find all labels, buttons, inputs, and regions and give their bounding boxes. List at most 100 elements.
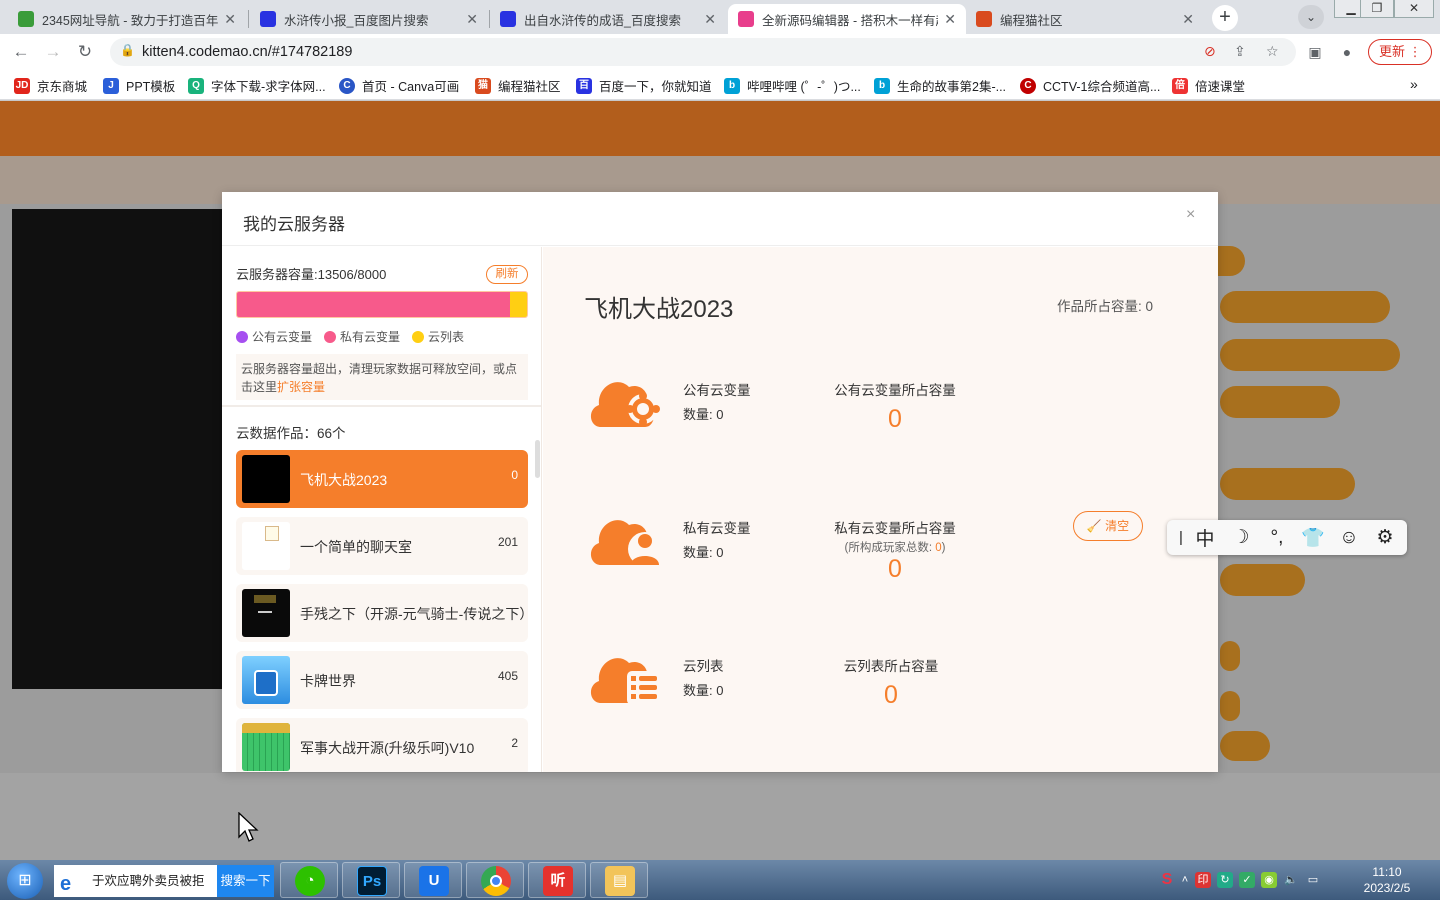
work-item[interactable]: 军事大战开源(升级乐呵)V10 2 — [236, 718, 528, 772]
taskbar-app-u[interactable]: U — [404, 862, 462, 898]
browser-tab-active[interactable]: 全新源码编辑器 - 搭积木一样有趣 ✕ — [728, 4, 966, 34]
reload-icon[interactable]: ↻ — [72, 39, 98, 65]
bookmark-item[interactable]: C CCTV-1综合频道高... — [1020, 76, 1160, 95]
close-icon[interactable]: × — [1186, 206, 1195, 224]
refresh-button[interactable]: 刷新 — [486, 265, 528, 284]
tray-network-app-icon[interactable]: ↻ — [1217, 872, 1233, 888]
work-item-selected[interactable]: 飞机大战2023 0 — [236, 450, 528, 508]
tab-title: 2345网址导航 - 致力于打造百年 — [42, 13, 219, 28]
tab-close-icon[interactable]: ✕ — [1182, 11, 1194, 28]
taskbar-app-wechat[interactable]: ◔ — [280, 862, 338, 898]
private-capacity-value: 0 — [888, 555, 902, 583]
scrollbar-thumb[interactable] — [535, 440, 540, 478]
network-icon[interactable]: ▭ — [1305, 872, 1321, 888]
taskbar-app-explorer[interactable]: ▤ — [590, 862, 648, 898]
new-tab-button[interactable]: + — [1212, 5, 1238, 31]
sogou-icon[interactable]: S — [1159, 872, 1175, 888]
translate-icon[interactable]: ⊘ — [1204, 43, 1216, 60]
bookmark-item[interactable]: b 生命的故事第2集-... — [874, 76, 1006, 95]
taskbar-app-chrome[interactable] — [466, 862, 524, 898]
clear-label: 清空 — [1105, 519, 1130, 533]
clock-time: 11:10 — [1372, 865, 1402, 879]
ime-punctuation-icon[interactable]: °, — [1259, 527, 1295, 549]
code-block — [1220, 641, 1240, 671]
url-text[interactable]: kitten4.codemao.cn/#174782189 — [142, 44, 352, 60]
tab-search-chevron-icon[interactable]: ⌄ — [1298, 5, 1324, 29]
tab-close-icon[interactable]: ✕ — [704, 11, 716, 28]
cctv-icon: C — [1020, 77, 1036, 94]
work-count: 2 — [511, 736, 518, 750]
wechat-icon: ◔ — [295, 866, 325, 896]
volume-icon[interactable]: 🔈 — [1283, 872, 1299, 888]
work-name: 卡牌世界 — [300, 673, 356, 689]
ime-skin-shirt-icon[interactable]: 👕 — [1295, 526, 1331, 550]
shield-icon[interactable]: ✓ — [1239, 872, 1255, 888]
tab-close-icon[interactable]: ✕ — [944, 11, 956, 28]
browser-tab[interactable]: 水浒传小报_百度图片搜索 ✕ — [250, 4, 488, 34]
work-item[interactable]: 一个简单的聊天室 201 — [236, 517, 528, 575]
address-bar[interactable]: 🔒 kitten4.codemao.cn/#174782189 ⊘ ⇪ ☆ — [110, 38, 1296, 66]
bookmark-item[interactable]: Q 字体下载-求字体网... — [188, 76, 326, 95]
bookmark-item[interactable]: JD 京东商城 — [14, 76, 87, 95]
update-button[interactable]: 更新 ⋮ — [1368, 39, 1432, 65]
bookmarks-overflow-icon[interactable]: » — [1410, 76, 1418, 92]
ime-chinese-mode-button[interactable]: 中 — [1187, 524, 1223, 551]
browser-tab[interactable]: 出自水浒传的成语_百度搜索 ✕ — [490, 4, 726, 34]
lock-icon[interactable]: 🔒 — [120, 43, 135, 57]
ime-halfwidth-moon-icon[interactable]: ☽ — [1223, 526, 1259, 549]
browser-tab[interactable]: 2345网址导航 - 致力于打造百年 ✕ — [8, 4, 246, 34]
forward-arrow-icon[interactable]: → — [40, 39, 66, 65]
taskbar-app-ting[interactable]: 听 — [528, 862, 586, 898]
private-capacity-label: 私有云变量所占容量 — [834, 521, 956, 536]
bookmark-item[interactable]: J PPT模板 — [103, 76, 175, 95]
bookmark-label: 首页 - Canva可画 — [362, 80, 460, 94]
tray-expand-icon[interactable]: ˄ — [1181, 872, 1189, 888]
tab-divider — [248, 10, 249, 28]
share-icon[interactable]: ⇪ — [1234, 43, 1246, 60]
mouse-cursor-icon — [238, 812, 259, 842]
ime-emoji-icon[interactable]: ☺ — [1331, 527, 1367, 549]
player-total-suffix: ) — [941, 542, 946, 554]
side-panel-icon[interactable]: ▣ — [1302, 39, 1328, 65]
bookmark-star-icon[interactable]: ☆ — [1266, 43, 1279, 60]
code-block — [1220, 339, 1400, 371]
browser-tab[interactable]: 编程猫社区 ✕ — [966, 4, 1204, 34]
taskbar-clock[interactable]: 11:10 2023/2/5 — [1354, 864, 1420, 896]
tray-security-icon[interactable]: ◉ — [1261, 872, 1277, 888]
legend-dot — [236, 330, 248, 343]
work-item[interactable]: 卡牌世界 405 — [236, 651, 528, 709]
start-button[interactable]: ⊞ — [7, 863, 43, 899]
bookmark-item[interactable]: b 哔哩哔哩 (゜-゜)つ... — [724, 76, 861, 95]
tab-close-icon[interactable]: ✕ — [224, 11, 236, 28]
legend-label: 私有云变量 — [340, 330, 401, 344]
taskbar-search-input[interactable]: e 于欢应聘外卖员被拒 — [54, 865, 217, 897]
code-block — [1220, 564, 1305, 596]
project-title: 飞机大战2023 — [584, 296, 734, 323]
broom-icon: 🧹 — [1086, 519, 1102, 533]
back-arrow-icon[interactable]: ← — [8, 39, 34, 65]
tray-app-icon[interactable]: 印 — [1195, 872, 1211, 888]
bookmark-item[interactable]: 猫编程猫社区 — [475, 76, 561, 95]
bookmark-item[interactable]: C 首页 - Canva可画 — [339, 76, 459, 95]
cloud-list-label: 云列表 — [683, 659, 724, 674]
work-item[interactable]: 手残之下（开源-元气骑士-传说之下） — [236, 584, 533, 642]
legend-item-list: 云列表 — [412, 328, 464, 345]
tab-close-icon[interactable]: ✕ — [466, 11, 478, 28]
legend-item-private: 私有云变量 — [324, 328, 400, 345]
bookmark-item[interactable]: 倍倍速课堂 — [1172, 76, 1245, 95]
jd-icon: JD — [14, 77, 30, 94]
window-close-button[interactable]: ✕ — [1394, 0, 1434, 18]
taskbar-search-button[interactable]: 搜索一下 — [217, 865, 274, 897]
font-site-icon: Q — [188, 77, 204, 94]
ime-drag-handle[interactable]: | — [1175, 529, 1187, 546]
expand-capacity-link[interactable]: 扩张容量 — [277, 380, 325, 394]
profile-avatar-icon[interactable]: ● — [1334, 39, 1360, 65]
editor-header — [0, 101, 1440, 156]
restore-button[interactable]: ❐ — [1360, 0, 1394, 18]
photoshop-icon: Ps — [357, 866, 387, 896]
taskbar-app-photoshop[interactable]: Ps — [342, 862, 400, 898]
bookmark-item[interactable]: 百百度一下，你就知道 — [576, 76, 712, 95]
ime-settings-gear-icon[interactable]: ⚙ — [1367, 526, 1403, 549]
codemao-cat-icon: 猫 — [475, 77, 491, 94]
clear-button[interactable]: 🧹 清空 — [1073, 511, 1143, 541]
